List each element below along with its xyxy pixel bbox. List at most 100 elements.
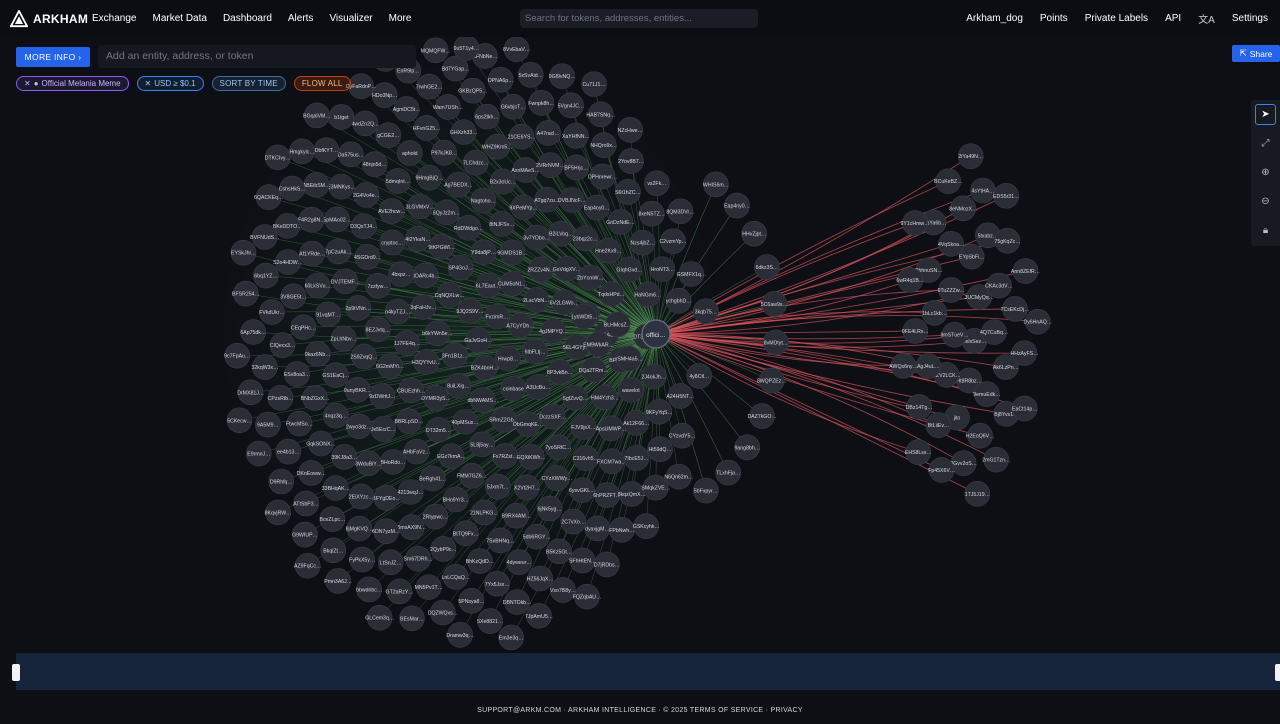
address-node[interactable]: 23bqz2c… <box>572 225 599 252</box>
address-node[interactable]: 1TJ5J19… <box>964 481 991 507</box>
address-node[interactable]: G9WIUP… <box>292 521 318 548</box>
address-node[interactable]: WHIS6m… <box>703 171 729 198</box>
address-node[interactable]: 5bFxpyr… <box>693 477 719 504</box>
nav-account[interactable]: Arkham_dog <box>966 13 1023 24</box>
address-node[interactable]: D7jRDbs… <box>594 551 620 578</box>
address-node[interactable]: DBz14Tg… <box>906 394 933 420</box>
address-node[interactable]: 6bq1YZ… <box>253 262 279 289</box>
nav-dashboard[interactable]: Dashboard <box>223 13 272 24</box>
address-node[interactable]: C316vh5… <box>573 445 599 472</box>
pointer-icon[interactable]: ➤ <box>1255 104 1276 125</box>
address-node[interactable]: EYSkJhl… <box>230 239 257 266</box>
address-node[interactable]: Da575us… <box>338 141 364 168</box>
address-node[interactable]: ZpLhNbv… <box>331 325 357 352</box>
address-node[interactable]: D9Rhfq… <box>268 468 295 495</box>
address-node[interactable]: X2Vt2H7… <box>514 474 540 501</box>
address-node[interactable]: Jx5EcrC… <box>370 416 397 442</box>
address-node[interactable]: ychgbhD… <box>666 287 692 314</box>
address-node[interactable]: GIqhGvd… <box>616 256 642 283</box>
filter-chip-token[interactable]: ✕ ● Official Melania Meme <box>16 76 129 91</box>
address-node[interactable]: Fx7RZst… <box>492 443 518 469</box>
address-node[interactable]: Dy6HnAQ… <box>1023 308 1052 335</box>
nav-api[interactable]: API <box>1165 13 1181 24</box>
address-node[interactable]: FPbNwh… <box>608 517 635 543</box>
address-node[interactable]: 5L8j5ay… <box>469 431 495 458</box>
address-node[interactable]: 6jNk5yg… <box>536 495 563 522</box>
address-node[interactable]: 7LChdzc… <box>463 149 489 176</box>
arkham-logo[interactable]: ARKHAM <box>10 10 88 28</box>
address-node[interactable]: Y9da8jP… <box>470 239 497 266</box>
address-node[interactable]: 8VvEbaV… <box>503 37 530 63</box>
address-node[interactable]: coinbase <box>500 375 527 402</box>
address-node[interactable]: 5Vgn4JC… <box>558 92 585 119</box>
close-icon[interactable]: ✕ <box>24 79 31 88</box>
address-node[interactable]: 2Rtypwc… <box>422 503 449 530</box>
address-node[interactable]: 3Fn1B1z… <box>442 342 468 369</box>
address-node[interactable]: 2EiXYzc… <box>348 483 374 510</box>
address-node[interactable]: 4t2YkaN… <box>405 225 431 252</box>
filter-chip-usd[interactable]: ✕ USD ≥ $0.1 <box>136 76 204 91</box>
address-node[interactable]: gCGE2… <box>375 122 402 149</box>
address-node[interactable]: Eap4oy0… <box>584 194 610 221</box>
zoom-out-icon[interactable]: ⊖ <box>1255 191 1276 212</box>
address-node[interactable]: HroNT3… <box>649 256 676 282</box>
address-node[interactable]: A47racl… <box>535 120 561 146</box>
address-node[interactable]: G6vbjsT… <box>500 93 526 120</box>
address-node[interactable]: 5dmqInt… <box>385 168 411 194</box>
address-node[interactable]: 2LscVbN… <box>523 287 549 313</box>
address-node[interactable]: BCuKeBZ… <box>934 168 962 195</box>
address-node[interactable]: DQZWQvs… <box>428 599 458 626</box>
translate-icon[interactable]: 文A <box>1198 11 1215 26</box>
address-node[interactable]: 5CKecw… <box>226 407 253 434</box>
address-node[interactable]: 8tNJFSv… <box>489 211 515 237</box>
address-node[interactable]: 8EZJvtq… <box>364 316 391 343</box>
address-node[interactable]: 9A5M9… <box>255 411 281 438</box>
address-node[interactable]: Nzs4jbZ… <box>629 229 656 256</box>
address-node[interactable]: DTKCIvy… <box>265 144 291 171</box>
address-node[interactable]: DT32m5… <box>425 416 452 443</box>
nav-visualizer[interactable]: Visualizer <box>329 13 372 24</box>
address-node[interactable]: ZbYcmW… <box>577 264 604 291</box>
address-node[interactable]: AZ9FqCc… <box>294 552 321 579</box>
address-node[interactable]: bbwdnbc… <box>356 576 382 603</box>
address-node[interactable]: Ht59dQ… <box>647 436 673 463</box>
address-node[interactable]: 8vMDtyt… <box>763 329 789 356</box>
address-node[interactable]: 2wyo3dz… <box>346 413 372 440</box>
address-node[interactable]: FJV9jsX… <box>570 414 597 440</box>
address-node[interactable]: Nagtoho… <box>470 187 497 214</box>
address-node[interactable]: 5Xe8821… <box>477 608 503 634</box>
address-node[interactable]: A3UcBu… <box>525 374 552 400</box>
zoom-in-icon[interactable]: ⊕ <box>1255 162 1276 183</box>
address-node[interactable]: ESv8oa3… <box>284 361 310 387</box>
address-node[interactable]: 4dyweur… <box>506 549 532 575</box>
address-node[interactable]: FQZqbAU… <box>573 583 602 610</box>
address-node[interactable]: 5Jxm7t… <box>484 473 511 500</box>
address-node[interactable]: 39KJ8a3… <box>331 444 357 470</box>
address-node[interactable]: 2J4okJh… <box>640 363 667 390</box>
address-node[interactable]: 7Yx5Jsx… <box>484 571 510 597</box>
address-node[interactable]: 4213wqJ… <box>398 479 424 505</box>
address-node[interactable]: DbfKYT… <box>313 137 340 163</box>
address-node[interactable]: 1bLc1kb… <box>921 299 948 326</box>
address-node[interactable]: 2mG1Tzn… <box>982 446 1010 473</box>
address-node[interactable]: Hrwp8… <box>495 345 521 372</box>
address-node[interactable]: 4nqz3q… <box>323 402 349 429</box>
address-node[interactable]: ATgq7zu… <box>534 186 561 213</box>
address-node[interactable]: Fwnpk8h… <box>528 90 554 116</box>
address-node[interactable]: EDS5r31… <box>993 183 1019 209</box>
address-node[interactable]: BkqlZt… <box>320 537 347 564</box>
address-node[interactable]: 8P3vkBn… <box>547 359 573 385</box>
address-node[interactable]: 3v7YDbo… <box>523 224 550 251</box>
footer[interactable]: SUPPORT@ARKM.COM · ARKHAM INTELLIGENCE ·… <box>0 707 1280 714</box>
address-node[interactable]: 3kqb75… <box>693 298 719 325</box>
address-node[interactable]: 6L7Eaut… <box>475 272 501 299</box>
address-node[interactable]: 1ybWDt5… <box>571 303 598 330</box>
address-node[interactable]: 9KFyYqS… <box>646 398 673 425</box>
address-node[interactable]: 2p9tVNn… <box>345 295 372 321</box>
address-node[interactable]: BHoRdo… <box>380 449 406 475</box>
address-node[interactable]: Af1YRde… <box>299 240 325 267</box>
address-node[interactable]: wavelot <box>618 376 644 403</box>
nav-more[interactable]: More <box>389 13 412 24</box>
flow-all-button[interactable]: FLOW ALL <box>293 76 351 91</box>
address-node[interactable]: 9u5T1y4… <box>453 37 480 61</box>
